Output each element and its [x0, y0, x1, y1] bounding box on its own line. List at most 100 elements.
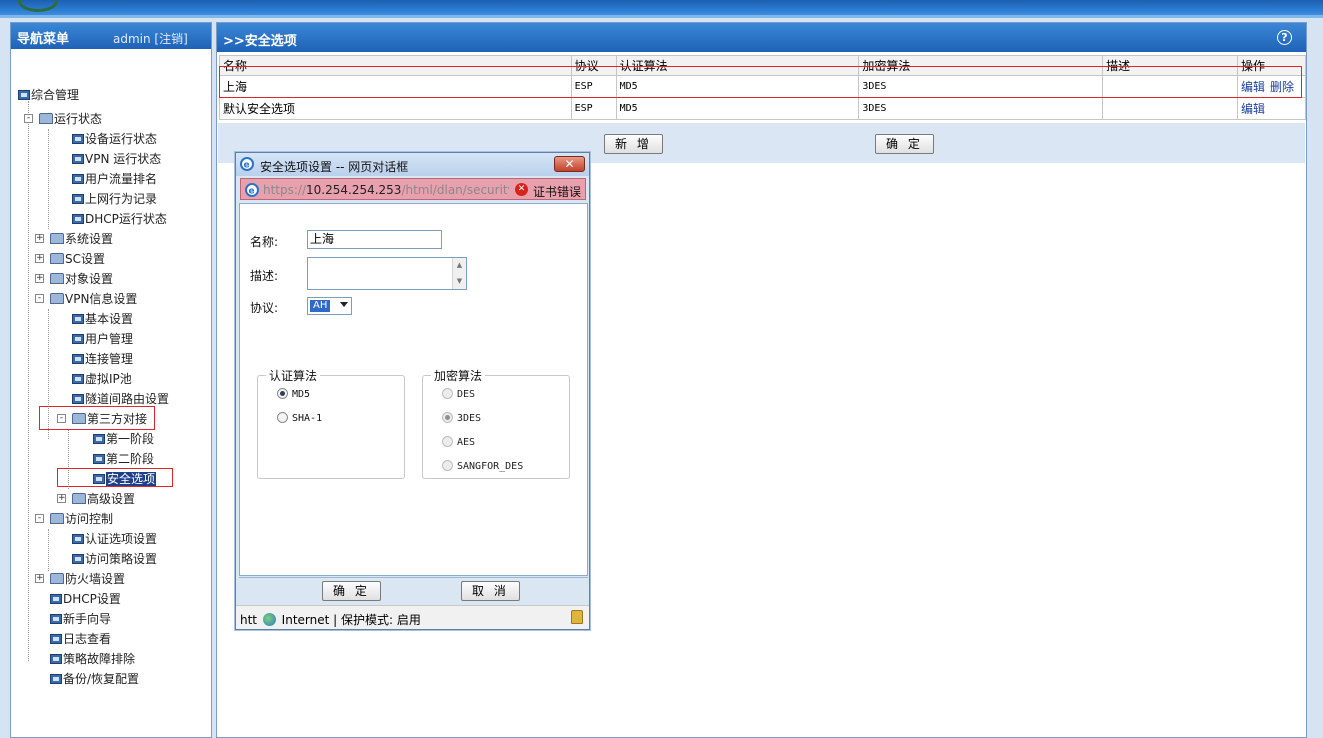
main-header: >>安全选项 ?	[217, 23, 1306, 52]
nav-item-traffic-rank[interactable]: 用户流量排名	[72, 170, 157, 188]
nav-item-wizard[interactable]: 新手向导	[50, 610, 111, 628]
nav-item-basic[interactable]: 基本设置	[72, 310, 133, 328]
nav-item-vpn-info[interactable]: - VPN信息设置	[35, 290, 137, 308]
name-field[interactable]: 上海	[307, 230, 442, 249]
page-icon	[72, 314, 84, 324]
protocol-select[interactable]: AH	[307, 297, 352, 315]
folder-open-icon	[39, 113, 53, 124]
dialog-body: 名称: 上海 描述: ▲ ▼ 协议: AH 认证算法 MD5 SHA-1 加密算法…	[239, 203, 588, 576]
page-icon	[93, 454, 105, 464]
radio-sangfor-des[interactable]: SANGFOR_DES	[442, 460, 523, 472]
nav-item-phase1[interactable]: 第一阶段	[93, 430, 154, 448]
nav-item-access-policy[interactable]: 访问策略设置	[72, 550, 157, 568]
nav-item-firewall[interactable]: + 防火墙设置	[35, 570, 125, 588]
nav-item-users[interactable]: 用户管理	[72, 330, 133, 348]
radio-checked-icon	[277, 388, 288, 399]
nav-item-access-control[interactable]: - 访问控制	[35, 510, 113, 528]
page-icon	[18, 90, 30, 100]
nav-item-sc[interactable]: + SC设置	[35, 250, 105, 268]
expand-toggle[interactable]: +	[35, 274, 44, 283]
page-title: >>安全选项	[223, 34, 297, 49]
nav-item-virtual-ip[interactable]: 虚拟IP池	[72, 370, 132, 388]
nav-item-device-status[interactable]: 设备运行状态	[72, 130, 157, 148]
radio-icon	[442, 460, 453, 471]
collapse-toggle[interactable]: -	[35, 294, 44, 303]
radio-aes[interactable]: AES	[442, 436, 475, 448]
cell-name: 默认安全选项	[219, 97, 572, 120]
dialog-statusbar: htt Internet | 保护模式: 启用	[236, 605, 589, 629]
annotation-box-security-options	[57, 468, 173, 487]
svg-text:e: e	[244, 161, 250, 171]
help-icon[interactable]: ?	[1277, 30, 1292, 45]
cert-error-label[interactable]: 证书错误	[533, 183, 581, 200]
collapse-toggle[interactable]: -	[24, 114, 33, 123]
cell-desc	[1102, 97, 1239, 120]
expand-toggle[interactable]: +	[35, 254, 44, 263]
nav-item-connections[interactable]: 连接管理	[72, 350, 133, 368]
nav-item-troubleshoot[interactable]: 策略故障排除	[50, 650, 135, 668]
page-icon	[72, 394, 84, 404]
folder-open-icon	[50, 293, 64, 304]
dialog-ok-button[interactable]: 确 定	[322, 581, 381, 601]
nav-item-dhcp[interactable]: DHCP设置	[50, 590, 121, 608]
page-icon	[72, 354, 84, 364]
desc-textarea[interactable]: ▲ ▼	[307, 257, 467, 290]
top-banner	[0, 0, 1323, 18]
folder-icon	[72, 493, 86, 504]
close-icon[interactable]: ✕	[554, 156, 585, 172]
nav-item-phase2[interactable]: 第二阶段	[93, 450, 154, 468]
enc-group-legend: 加密算法	[434, 369, 483, 383]
expand-toggle[interactable]: +	[35, 574, 44, 583]
ie-icon: e	[240, 157, 254, 171]
cell-ops: 编辑	[1237, 97, 1306, 120]
nav-panel: 导航菜单 admin [注销] 综合管理 - 运行状态 设备运行状态 VPN 运行…	[10, 22, 212, 738]
nav-item-backup[interactable]: 备份/恢复配置	[50, 670, 139, 688]
nav-item-logs[interactable]: 日志查看	[50, 630, 111, 648]
add-button[interactable]: 新 增	[604, 134, 663, 154]
page-icon	[50, 634, 62, 644]
radio-3des[interactable]: 3DES	[442, 412, 481, 424]
nav-item-objects[interactable]: + 对象设置	[35, 270, 113, 288]
folder-open-icon	[50, 513, 64, 524]
nav-item-overview[interactable]: 综合管理	[18, 86, 79, 104]
logout-link[interactable]: admin [注销]	[113, 30, 188, 47]
annotation-box-row	[219, 66, 1302, 98]
dialog-titlebar: e 安全选项设置 -- 网页对话框 ✕	[236, 153, 589, 176]
page-icon	[72, 554, 84, 564]
globe-icon	[262, 613, 276, 626]
nav-item-auth-options[interactable]: 认证选项设置	[72, 530, 157, 548]
address-bar: e https://10.254.254.253/html/dlan/secur…	[240, 178, 586, 200]
auth-group-legend: 认证算法	[269, 369, 318, 383]
radio-icon	[442, 436, 453, 447]
page-icon	[72, 154, 84, 164]
folder-icon	[50, 273, 64, 284]
annotation-box-third-party	[39, 406, 155, 430]
dialog-cancel-button[interactable]: 取 消	[461, 581, 520, 601]
ie-icon: e	[245, 183, 259, 197]
nav-item-vpn-status[interactable]: VPN 运行状态	[72, 150, 161, 168]
radio-md5[interactable]: MD5	[277, 388, 310, 400]
folder-icon	[50, 573, 64, 584]
nav-tree: 综合管理 - 运行状态 设备运行状态 VPN 运行状态 用户流量排名 上网行为记录…	[11, 49, 211, 738]
scrollbar[interactable]: ▲ ▼	[452, 258, 466, 289]
radio-sha1[interactable]: SHA-1	[277, 412, 322, 424]
folder-icon	[50, 233, 64, 244]
nav-item-run-status[interactable]: - 运行状态	[24, 110, 102, 128]
radio-des[interactable]: DES	[442, 388, 475, 400]
collapse-toggle[interactable]: -	[35, 514, 44, 523]
logo-icon	[18, 0, 58, 12]
nav-item-dhcp-status[interactable]: DHCP运行状态	[72, 210, 167, 228]
cell-auth: MD5	[615, 97, 860, 120]
expand-toggle[interactable]: +	[57, 494, 66, 503]
confirm-button[interactable]: 确 定	[875, 134, 934, 154]
nav-title: 导航菜单	[17, 32, 70, 47]
nav-item-system[interactable]: + 系统设置	[35, 230, 113, 248]
page-icon	[72, 374, 84, 384]
expand-toggle[interactable]: +	[35, 234, 44, 243]
protocol-selected: AH	[310, 300, 331, 312]
page-icon	[72, 334, 84, 344]
nav-item-behavior-log[interactable]: 上网行为记录	[72, 190, 157, 208]
name-label: 名称:	[250, 235, 279, 249]
nav-item-advanced[interactable]: + 高级设置	[57, 490, 135, 508]
edit-link[interactable]: 编辑	[1241, 102, 1265, 116]
